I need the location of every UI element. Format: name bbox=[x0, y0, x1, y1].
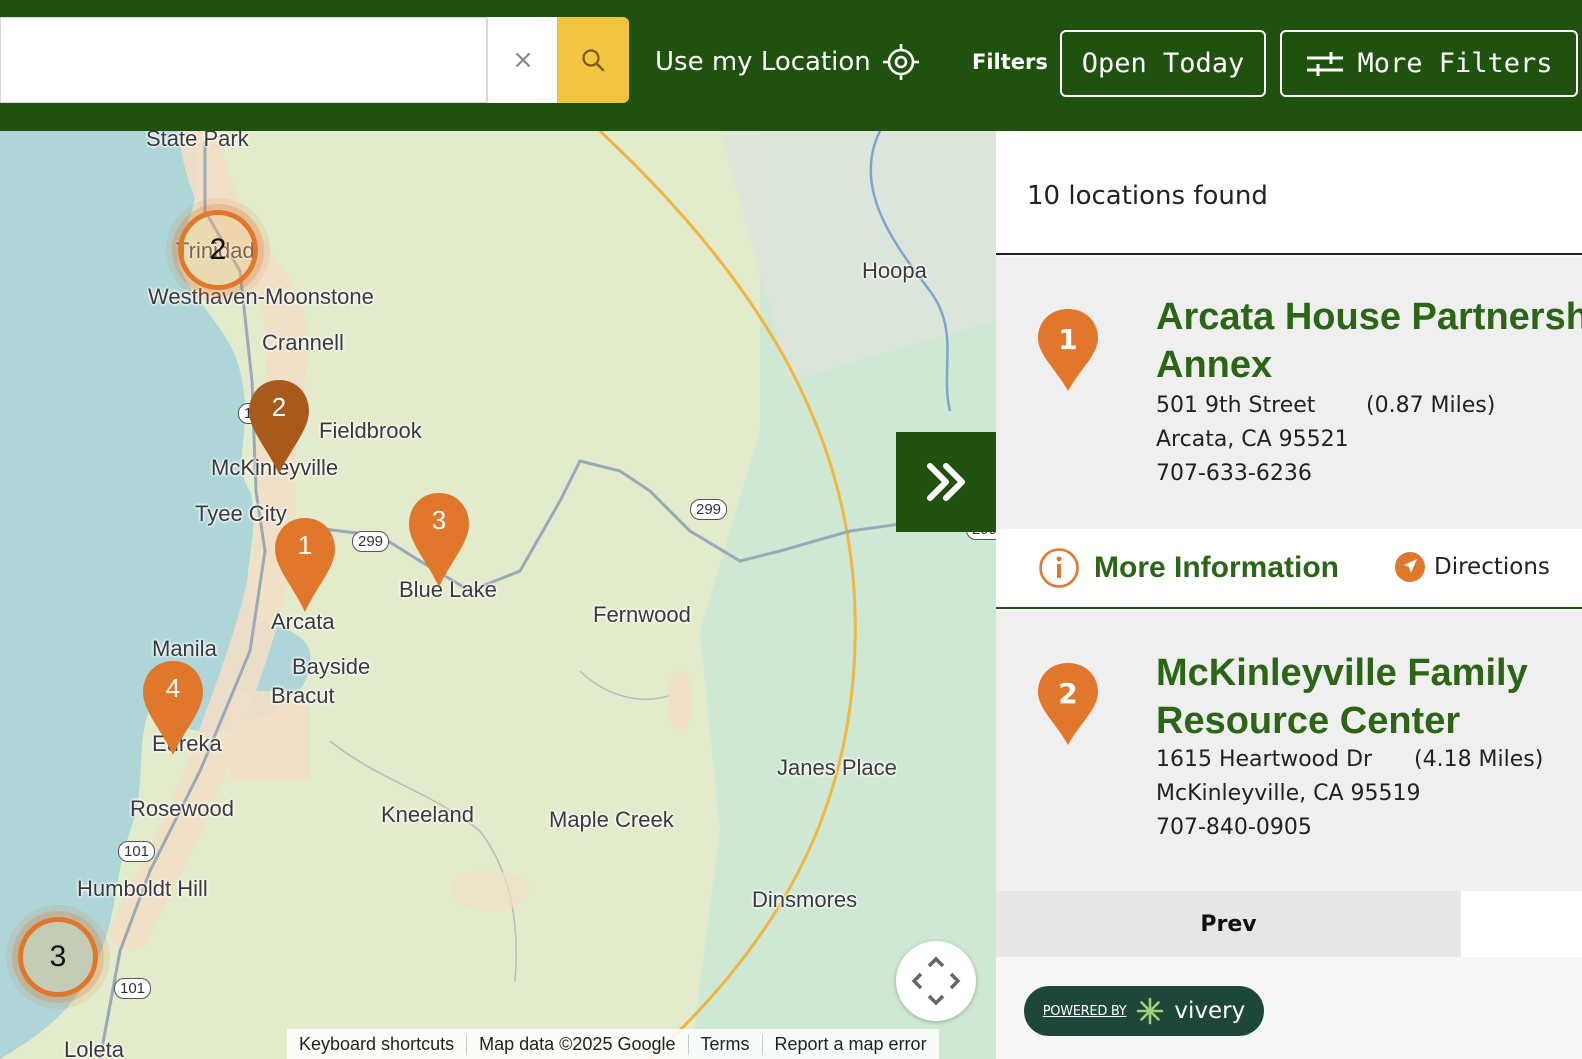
map-label: State Park bbox=[146, 131, 249, 151]
open-today-button[interactable]: Open Today bbox=[1060, 30, 1266, 97]
top-bar: × Use my Location Filters Open Today Mor… bbox=[0, 0, 1582, 131]
map-label: Bracut bbox=[271, 683, 335, 708]
map-label: Westhaven-Moonstone bbox=[148, 284, 374, 309]
more-filters-label: More Filters bbox=[1357, 48, 1553, 79]
report-map-error-link[interactable]: Report a map error bbox=[763, 1034, 939, 1055]
search-icon bbox=[582, 49, 605, 72]
location-phone[interactable]: 707-840-0905 bbox=[1156, 815, 1312, 840]
use-location-button[interactable]: Use my Location bbox=[655, 40, 921, 84]
info-icon bbox=[1039, 548, 1079, 588]
location-distance: (4.18 Miles) bbox=[1414, 747, 1544, 772]
location-phone[interactable]: 707-633-6236 bbox=[1156, 461, 1312, 486]
map-pin[interactable]: 3 bbox=[407, 491, 471, 589]
more-filters-button[interactable]: More Filters bbox=[1280, 30, 1578, 97]
location-name-line: Arcata House Partnersh bbox=[1156, 296, 1582, 338]
location-name[interactable]: Arcata House Partnersh Annex bbox=[1156, 293, 1582, 389]
map-cluster[interactable]: 2 bbox=[178, 210, 258, 290]
powered-by-label: POWERED BY bbox=[1042, 1003, 1127, 1019]
double-chevron-right-icon bbox=[927, 463, 965, 501]
terms-link[interactable]: Terms bbox=[689, 1033, 763, 1055]
location-number: 2 bbox=[1058, 677, 1078, 710]
highway-shield: 101 bbox=[118, 841, 156, 862]
map-attribution: Keyboard shortcuts Map data ©2025 Google… bbox=[287, 1029, 939, 1059]
location-name-line: Annex bbox=[1156, 344, 1273, 386]
location-street: 1615 Heartwood Dr bbox=[1156, 747, 1373, 772]
map-label: Maple Creek bbox=[549, 807, 674, 832]
keyboard-shortcuts-link[interactable]: Keyboard shortcuts bbox=[287, 1033, 468, 1055]
results-count: 10 locations found bbox=[1027, 181, 1268, 211]
crosshair-icon bbox=[882, 44, 919, 80]
navigation-arrow-icon bbox=[1395, 552, 1425, 582]
map-label: Humboldt Hill bbox=[77, 876, 208, 901]
collapse-panel-button[interactable] bbox=[896, 432, 996, 532]
location-city: Arcata, CA 95521 bbox=[1156, 427, 1349, 452]
location-name[interactable]: McKinleyville Family Resource Center bbox=[1156, 649, 1582, 745]
highway-shield: 299 bbox=[690, 499, 728, 520]
location-number-pin: 2 bbox=[1036, 661, 1100, 747]
use-location-label: Use my Location bbox=[655, 47, 871, 77]
map-label: Hoopa bbox=[862, 258, 927, 283]
open-today-label: Open Today bbox=[1081, 48, 1245, 79]
location-name-line: McKinleyville Family bbox=[1156, 652, 1528, 694]
location-city: McKinleyville, CA 95519 bbox=[1156, 781, 1421, 806]
sliders-icon bbox=[1307, 51, 1344, 76]
map-area[interactable]: State Park Trinidad Westhaven-Moonstone … bbox=[0, 131, 996, 1059]
search-button[interactable] bbox=[557, 17, 629, 103]
location-number: 1 bbox=[1058, 323, 1078, 356]
directions-label: Directions bbox=[1434, 554, 1550, 580]
search-input[interactable] bbox=[0, 17, 487, 103]
map-label: Fieldbrook bbox=[319, 418, 422, 443]
location-card[interactable]: 2 McKinleyville Family Resource Center 1… bbox=[996, 611, 1582, 891]
location-distance: (0.87 Miles) bbox=[1366, 393, 1496, 418]
map-terrain bbox=[0, 131, 996, 1059]
location-actions: More Information Directions bbox=[996, 529, 1582, 609]
map-label: Rosewood bbox=[130, 796, 234, 821]
results-panel: 10 locations found 1 Arcata House Partne… bbox=[996, 131, 1582, 1059]
map-data-text: Map data ©2025 Google bbox=[467, 1033, 689, 1055]
map-label: Bayside bbox=[292, 654, 371, 679]
filters-label: Filters bbox=[972, 50, 1048, 74]
map-label: Loleta bbox=[64, 1037, 124, 1059]
results-header: 10 locations found bbox=[996, 131, 1582, 255]
prev-button[interactable]: Prev bbox=[996, 891, 1461, 957]
highway-shield: 299 bbox=[352, 531, 390, 552]
map-pin[interactable]: 1 bbox=[273, 516, 337, 614]
brand-name: vivery bbox=[1174, 998, 1246, 1024]
location-street: 501 9th Street bbox=[1156, 393, 1316, 418]
map-label: Crannell bbox=[262, 330, 344, 355]
map-label: Kneeland bbox=[381, 802, 474, 827]
highway-shield: 101 bbox=[114, 978, 152, 999]
map-pin-label: 1 bbox=[297, 530, 313, 560]
map-pan-control[interactable] bbox=[896, 941, 976, 1021]
clear-search-button[interactable]: × bbox=[487, 17, 558, 103]
pan-arrows-icon bbox=[911, 956, 961, 1006]
directions-button[interactable]: Directions bbox=[1394, 551, 1550, 583]
location-number-pin: 1 bbox=[1036, 307, 1100, 393]
location-name-line: Resource Center bbox=[1156, 700, 1461, 742]
close-icon: × bbox=[512, 45, 534, 75]
map-label: Janes Place bbox=[777, 755, 897, 780]
location-card[interactable]: 1 Arcata House Partnersh Annex 501 9th S… bbox=[996, 257, 1582, 529]
map-pin-label: 2 bbox=[271, 392, 287, 422]
more-information-label: More Information bbox=[1094, 551, 1339, 584]
map-pin-label: 3 bbox=[431, 505, 447, 535]
powered-by-badge[interactable]: POWERED BY vivery bbox=[1024, 986, 1264, 1036]
map-pin[interactable]: 2 bbox=[247, 378, 311, 476]
pagination: Prev bbox=[996, 891, 1582, 957]
map-cluster[interactable]: 3 bbox=[18, 917, 98, 997]
map-pin-label: 4 bbox=[165, 673, 181, 703]
map-label: Fernwood bbox=[593, 602, 691, 627]
vivery-logo-icon bbox=[1137, 997, 1164, 1025]
map-label: Dinsmores bbox=[752, 887, 858, 912]
more-information-button[interactable]: More Information bbox=[1038, 547, 1339, 589]
map-pin[interactable]: 4 bbox=[141, 659, 205, 757]
